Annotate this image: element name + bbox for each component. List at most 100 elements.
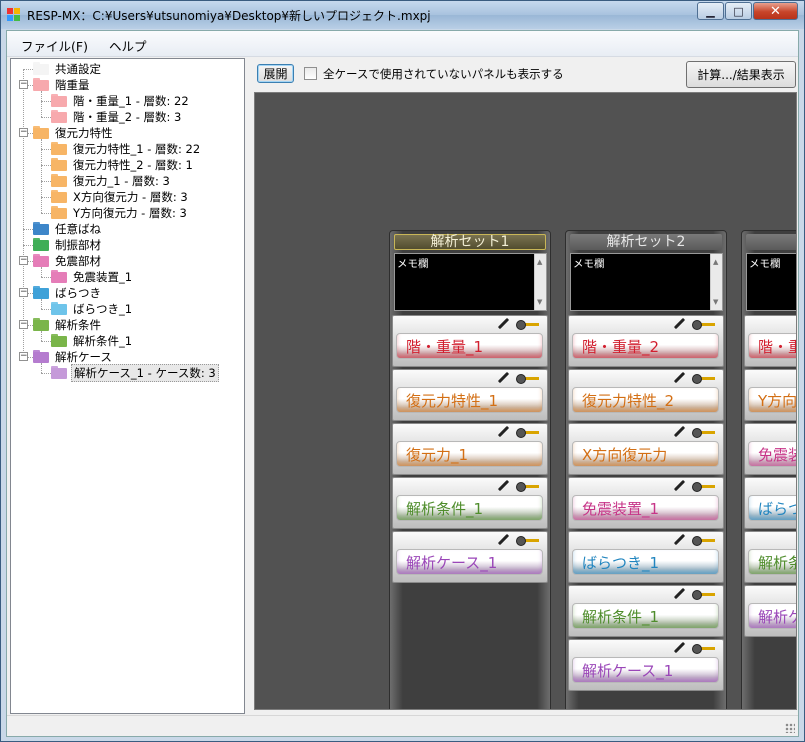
tree-node[interactable]: 任意ばね bbox=[33, 221, 103, 237]
pencil-icon[interactable] bbox=[497, 480, 509, 492]
show-unused-checkbox[interactable] bbox=[304, 67, 317, 80]
tree-node-label: 免震装置_1 bbox=[73, 270, 133, 284]
memo-text: メモ欄 bbox=[749, 258, 781, 270]
tree-node[interactable]: 解析条件_1 bbox=[51, 333, 134, 349]
tree-node-label: 復元力特性_2 - 層数: 1 bbox=[73, 158, 193, 172]
tree-expander-icon[interactable]: − bbox=[19, 352, 28, 361]
tree-node[interactable]: ばらつき bbox=[33, 285, 103, 301]
toggle-icon[interactable] bbox=[691, 535, 715, 546]
memo-scrollbar[interactable]: ▲ ▼ bbox=[534, 254, 546, 310]
panel-card-button[interactable]: Y方向 bbox=[748, 387, 796, 413]
tree-node[interactable]: 解析ケース bbox=[33, 349, 114, 365]
pencil-icon[interactable] bbox=[497, 318, 509, 330]
panel-card-button[interactable]: 解析条件_1 bbox=[572, 603, 719, 629]
toggle-icon[interactable] bbox=[691, 373, 715, 384]
tree-node[interactable]: 解析ケース_1 - ケース数: 3 bbox=[51, 364, 219, 382]
pencil-icon[interactable] bbox=[497, 534, 509, 546]
analysis-set-title[interactable]: 解析 bbox=[746, 234, 796, 250]
tree-node[interactable]: 制振部材 bbox=[33, 237, 103, 253]
panel-card-button[interactable]: 復元力_1 bbox=[396, 441, 543, 467]
memo-field[interactable]: メモ欄▲▼ bbox=[570, 253, 723, 311]
panel-card-button[interactable]: 階・重 bbox=[748, 333, 796, 359]
panel-card-button[interactable]: 解析条 bbox=[748, 549, 796, 575]
panel-card-button[interactable]: 復元力特性_1 bbox=[396, 387, 543, 413]
resize-grip[interactable] bbox=[785, 723, 795, 733]
tree-node[interactable]: X方向復元力 - 層数: 3 bbox=[51, 189, 190, 205]
pencil-icon[interactable] bbox=[497, 426, 509, 438]
panel-card: 復元力_1 bbox=[392, 423, 548, 475]
tree-node[interactable]: 復元力特性_1 - 層数: 22 bbox=[51, 141, 202, 157]
memo-field[interactable]: メモ欄▲▼ bbox=[746, 253, 796, 311]
toggle-icon[interactable] bbox=[691, 427, 715, 438]
tree-node[interactable]: 復元力特性_2 - 層数: 1 bbox=[51, 157, 195, 173]
maximize-button[interactable]: □ bbox=[725, 2, 752, 20]
analysis-set-title[interactable]: 解析セット2 bbox=[570, 234, 722, 250]
pencil-icon[interactable] bbox=[673, 426, 685, 438]
folder-icon bbox=[51, 365, 67, 379]
toggle-icon[interactable] bbox=[515, 373, 539, 384]
tree-node[interactable]: 階・重量_2 - 層数: 3 bbox=[51, 109, 183, 125]
pencil-icon[interactable] bbox=[673, 372, 685, 384]
panel-card-button[interactable]: 階・重量_1 bbox=[396, 333, 543, 359]
toggle-icon[interactable] bbox=[515, 319, 539, 330]
memo-scrollbar[interactable]: ▲ ▼ bbox=[710, 254, 722, 310]
tree-node[interactable]: 免震装置_1 bbox=[51, 269, 134, 285]
tree-node[interactable]: 復元力特性 bbox=[33, 125, 115, 141]
toggle-icon[interactable] bbox=[515, 481, 539, 492]
tree-node[interactable]: 階・重量_1 - 層数: 22 bbox=[51, 93, 191, 109]
title-bar[interactable]: RESP-MX：C:¥Users¥utsunomiya¥Desktop¥新しいプ… bbox=[1, 1, 804, 29]
tree-expander-icon[interactable]: − bbox=[19, 256, 28, 265]
tree-node[interactable]: ばらつき_1 bbox=[51, 301, 134, 317]
toggle-icon[interactable] bbox=[691, 589, 715, 600]
analysis-set-title[interactable]: 解析セット1 bbox=[394, 234, 546, 250]
pencil-icon[interactable] bbox=[673, 588, 685, 600]
panel-card: Y方向 bbox=[744, 369, 796, 421]
panel-card-button[interactable]: ばらつき_1 bbox=[572, 549, 719, 575]
pencil-icon[interactable] bbox=[673, 642, 685, 654]
pencil-icon[interactable] bbox=[673, 534, 685, 546]
toggle-icon[interactable] bbox=[515, 535, 539, 546]
tree-node[interactable]: Y方向復元力 - 層数: 3 bbox=[51, 205, 189, 221]
panel-card-button[interactable]: 階・重量_2 bbox=[572, 333, 719, 359]
pencil-icon[interactable] bbox=[497, 372, 509, 384]
pencil-icon[interactable] bbox=[673, 480, 685, 492]
tree-node[interactable]: 階重量 bbox=[33, 77, 92, 93]
panel-card-button[interactable]: 解析条件_1 bbox=[396, 495, 543, 521]
analysis-set[interactable]: 解析メモ欄▲▼ 階・重 Y方向免震装ばらつ解析条解析ケ bbox=[741, 230, 796, 709]
menu-help[interactable]: ヘルプ bbox=[109, 36, 147, 55]
tree-expander-icon[interactable]: − bbox=[19, 288, 28, 297]
project-tree[interactable]: 共通設定 − 階重量 階・重量_1 - 層数: 22 階・重量_2 - 層数: 3 − 復元… bbox=[10, 58, 245, 714]
close-button[interactable]: ✕ bbox=[753, 2, 798, 20]
folder-icon bbox=[33, 125, 49, 139]
panel-card-button[interactable]: 解析ケ bbox=[748, 603, 796, 629]
tree-node[interactable]: 免震部材 bbox=[33, 253, 103, 269]
panel-card-button[interactable]: 免震装 bbox=[748, 441, 796, 467]
panel-card-button[interactable]: 解析ケース_1 bbox=[396, 549, 543, 575]
toggle-icon[interactable] bbox=[691, 319, 715, 330]
panel-card-button[interactable]: X方向復元力 bbox=[572, 441, 719, 467]
tree-expander-icon[interactable]: − bbox=[19, 128, 28, 137]
toggle-icon[interactable] bbox=[691, 481, 715, 492]
panel-card-button[interactable]: 復元力特性_2 bbox=[572, 387, 719, 413]
panel-card-button[interactable]: 免震装置_1 bbox=[572, 495, 719, 521]
memo-field[interactable]: メモ欄▲▼ bbox=[394, 253, 547, 311]
analysis-set[interactable]: 解析セット2 メモ欄 ▲ ▼ 階・重量_2 復元力特性_2 X方向復元力 免震装置_1 ばらつき… bbox=[565, 230, 727, 709]
analysis-set[interactable]: 解析セット1 メモ欄 ▲ ▼ 階・重量_1 復元力特性_1 復元力_1 解析条件_1 解析ケース… bbox=[389, 230, 551, 709]
minimize-button[interactable]: ▁ bbox=[697, 2, 724, 20]
calc-results-button[interactable]: 計算.../結果表示 bbox=[686, 61, 796, 88]
menu-file[interactable]: ファイル(F) bbox=[21, 36, 88, 55]
tree-expander-icon[interactable]: − bbox=[19, 320, 28, 329]
pencil-icon[interactable] bbox=[673, 318, 685, 330]
tree-node[interactable]: 解析条件 bbox=[33, 317, 103, 333]
show-unused-label[interactable]: 全ケースで使用されていないパネルも表示する bbox=[323, 66, 564, 82]
panel-card-button[interactable]: ばらつ bbox=[748, 495, 796, 521]
tree-expander-icon[interactable]: − bbox=[19, 80, 28, 89]
panel-card-button[interactable]: 解析ケース_1 bbox=[572, 657, 719, 683]
toggle-icon[interactable] bbox=[691, 643, 715, 654]
folder-icon bbox=[51, 173, 67, 187]
analysis-canvas[interactable]: 解析セット1 メモ欄 ▲ ▼ 階・重量_1 復元力特性_1 復元力_1 解析条件_1 解析ケース… bbox=[254, 92, 797, 710]
toggle-icon[interactable] bbox=[515, 427, 539, 438]
tree-node[interactable]: 共通設定 bbox=[33, 61, 103, 77]
tree-node[interactable]: 復元力_1 - 層数: 3 bbox=[51, 173, 172, 189]
expand-button[interactable]: 展開 bbox=[257, 64, 294, 83]
